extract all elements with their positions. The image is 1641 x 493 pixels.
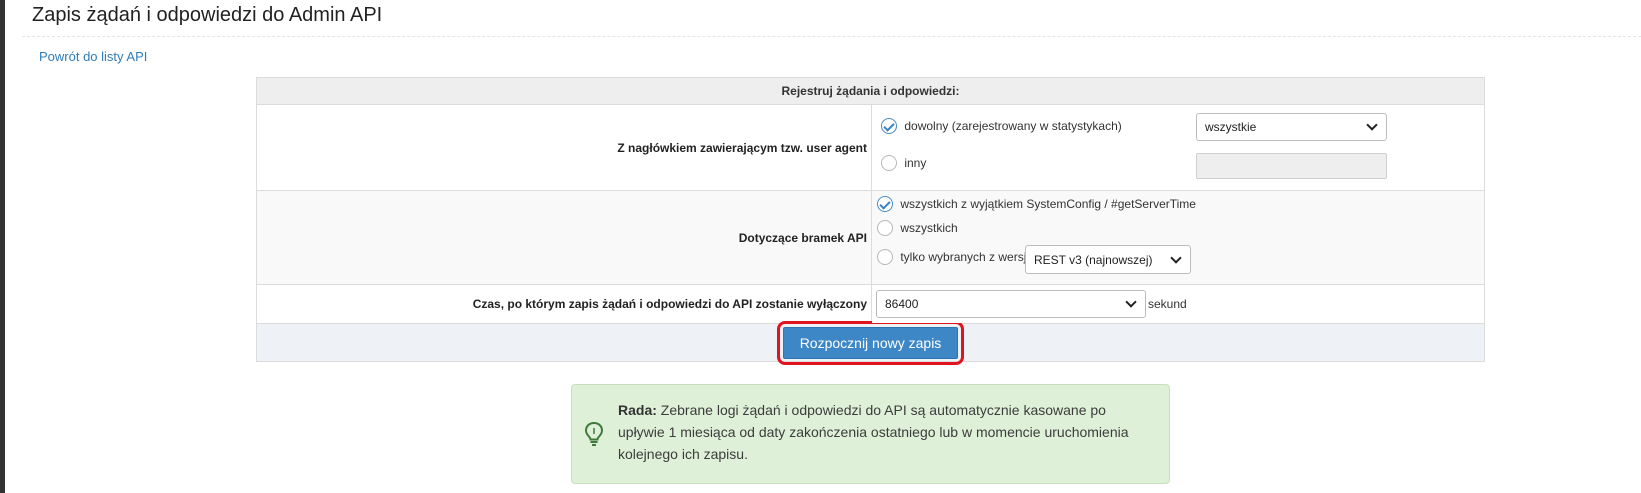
chevron-down-icon — [1366, 119, 1378, 131]
user-agent-select[interactable]: wszystkie — [1196, 113, 1387, 141]
start-new-log-button[interactable]: Rozpocznij nowy zapis — [776, 320, 965, 365]
chevron-down-icon — [1125, 296, 1137, 308]
duration-unit: sekund — [1148, 297, 1187, 311]
user-agent-label: Z nagłówkiem zawierającym tzw. user agen… — [256, 104, 872, 191]
window-left-edge — [0, 0, 5, 493]
gateways-all-except-label: wszystkich z wyjątkiem SystemConfig / #g… — [900, 197, 1196, 211]
gateways-all-radio[interactable] — [877, 220, 893, 236]
user-agent-any-radio[interactable] — [881, 118, 897, 134]
title-divider — [22, 36, 1641, 37]
gateways-selected-version-label: tylko wybranych z wersji — [900, 250, 1030, 264]
gateways-row: Dotyczące bramek API wszystkich z wyjątk… — [256, 190, 1485, 285]
user-agent-other-label: inny — [904, 156, 927, 170]
submit-row: Rozpocznij nowy zapis — [256, 320, 1485, 365]
gateways-all-option[interactable]: wszystkich — [877, 220, 958, 236]
user-agent-any-option[interactable]: dowolny (zarejestrowany w statystykach) — [881, 118, 1122, 134]
chevron-down-icon — [1170, 251, 1182, 264]
tip-title: Rada: — [618, 402, 657, 418]
tip-body: Zebrane logi żądań i odpowiedzi do API s… — [618, 402, 1129, 462]
gateways-all-except-option[interactable]: wszystkich z wyjątkiem SystemConfig / #g… — [877, 196, 1196, 212]
user-agent-other-input[interactable] — [1196, 153, 1387, 179]
page-title: Zapis żądań i odpowiedzi do Admin API — [32, 4, 383, 26]
api-version-select[interactable]: REST v3 (najnowszej) — [1025, 245, 1191, 274]
api-version-select-value: REST v3 (najnowszej) — [1034, 252, 1153, 267]
gateways-selected-version-option[interactable]: tylko wybranych z wersji — [877, 249, 1029, 265]
gateways-label: Dotyczące bramek API — [256, 190, 872, 285]
user-agent-other-option[interactable]: inny — [881, 155, 926, 171]
user-agent-row: Z nagłówkiem zawierającym tzw. user agen… — [256, 104, 1485, 191]
user-agent-controls: dowolny (zarejestrowany w statystykach) … — [871, 104, 1485, 191]
duration-row: Czas, po którym zapis żądań i odpowiedzi… — [256, 284, 1485, 324]
back-to-api-list-link[interactable]: Powrót do listy API — [39, 49, 147, 64]
user-agent-any-label: dowolny (zarejestrowany w statystykach) — [904, 119, 1122, 133]
tip-box: Rada: Zebrane logi żądań i odpowiedzi do… — [571, 384, 1170, 484]
gateways-all-label: wszystkich — [900, 221, 958, 235]
duration-select[interactable]: 86400 — [876, 290, 1146, 318]
tip-text: Rada: Zebrane logi żądań i odpowiedzi do… — [618, 399, 1155, 465]
duration-controls: 86400 sekund — [871, 284, 1485, 324]
gateways-selected-version-radio[interactable] — [877, 249, 893, 265]
user-agent-select-value: wszystkie — [1205, 120, 1257, 134]
form-header: Rejestruj żądania i odpowiedzi: — [256, 77, 1485, 105]
user-agent-other-radio[interactable] — [881, 155, 897, 171]
submit-cell: Rozpocznij nowy zapis — [256, 320, 1485, 365]
lightbulb-icon — [584, 421, 604, 446]
duration-label: Czas, po którym zapis żądań i odpowiedzi… — [256, 284, 872, 324]
gateways-controls: wszystkich z wyjątkiem SystemConfig / #g… — [871, 190, 1485, 285]
duration-select-value: 86400 — [885, 297, 919, 311]
api-log-form: Rejestruj żądania i odpowiedzi: Z nagłów… — [256, 77, 1485, 365]
gateways-all-except-radio[interactable] — [877, 196, 893, 212]
